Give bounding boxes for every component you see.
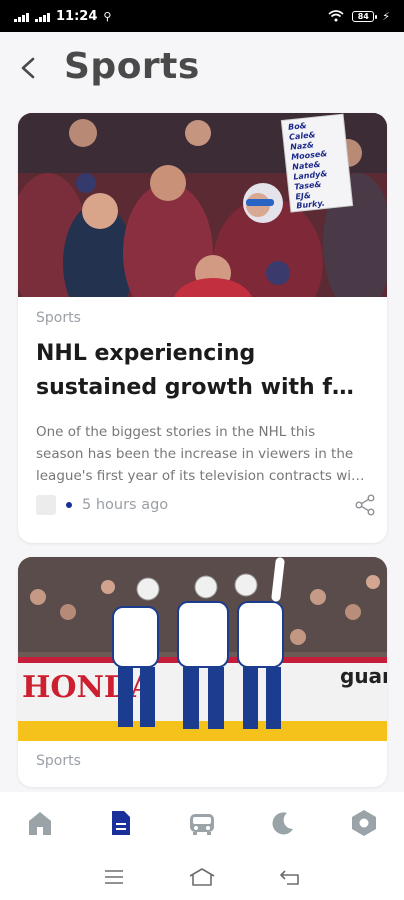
- bus-icon: [189, 814, 214, 835]
- headline-line-2: sustained growth with f…: [36, 375, 354, 400]
- article-image-fans: Bo& Cale& Naz& Moose& Nate& Landy& Tase&…: [18, 113, 387, 297]
- article-category: Sports: [36, 310, 81, 326]
- summary-line-3: league's first year of its television co…: [36, 468, 365, 484]
- dot-separator: [66, 502, 72, 508]
- system-home-icon: [189, 868, 215, 886]
- article-headline[interactable]: NHL experiencing sustained growth with f…: [36, 337, 376, 405]
- article-summary: One of the biggest stories in the NHL th…: [36, 421, 376, 487]
- headline-line-1: NHL experiencing: [36, 341, 256, 366]
- nav-home[interactable]: [18, 801, 62, 845]
- recent-apps-button[interactable]: [100, 865, 128, 889]
- charging-icon: ⚡: [382, 9, 390, 23]
- back-arrow-icon[interactable]: [16, 54, 40, 82]
- article-image-hockey: HONDA guar: [18, 557, 387, 741]
- settings-hexagon-icon: [351, 810, 376, 836]
- system-navigation: [0, 854, 404, 900]
- menu-icon: [105, 870, 123, 884]
- status-bar: 11:24 ⚲ 84 ⚡: [0, 0, 404, 32]
- article-time: 5 hours ago: [82, 497, 169, 513]
- moon-icon: [272, 812, 293, 835]
- nav-settings[interactable]: [342, 801, 386, 845]
- signal-icon: [14, 10, 29, 22]
- board-text-left: HONDA: [22, 670, 154, 705]
- source-logo: [36, 495, 56, 515]
- signal-icon-2: [35, 10, 50, 22]
- wifi-icon: [328, 10, 344, 22]
- nav-articles[interactable]: [99, 801, 143, 845]
- home-button[interactable]: [188, 865, 216, 889]
- article-card[interactable]: HONDA guar Sports: [18, 557, 387, 787]
- document-icon: [112, 811, 131, 835]
- share-icon[interactable]: [354, 494, 376, 516]
- article-card[interactable]: Bo& Cale& Naz& Moose& Nate& Landy& Tase&…: [18, 113, 387, 543]
- summary-line-1: One of the biggest stories in the NHL th…: [36, 424, 316, 440]
- page-title: Sports: [64, 46, 200, 87]
- board-text-right: guar: [340, 664, 387, 688]
- back-button[interactable]: [276, 865, 304, 889]
- system-back-icon: [280, 870, 299, 885]
- summary-line-2: season has been the increase in viewers …: [36, 446, 354, 462]
- nav-dark-mode[interactable]: [261, 801, 305, 845]
- home-icon: [29, 812, 52, 835]
- article-category: Sports: [36, 753, 81, 769]
- status-time: 11:24: [56, 8, 98, 24]
- nav-transport[interactable]: [180, 801, 224, 845]
- battery-icon: 84: [352, 10, 378, 22]
- bottom-navigation: [0, 792, 404, 854]
- article-meta: 5 hours ago: [36, 493, 376, 517]
- usb-icon: ⚲: [103, 9, 112, 23]
